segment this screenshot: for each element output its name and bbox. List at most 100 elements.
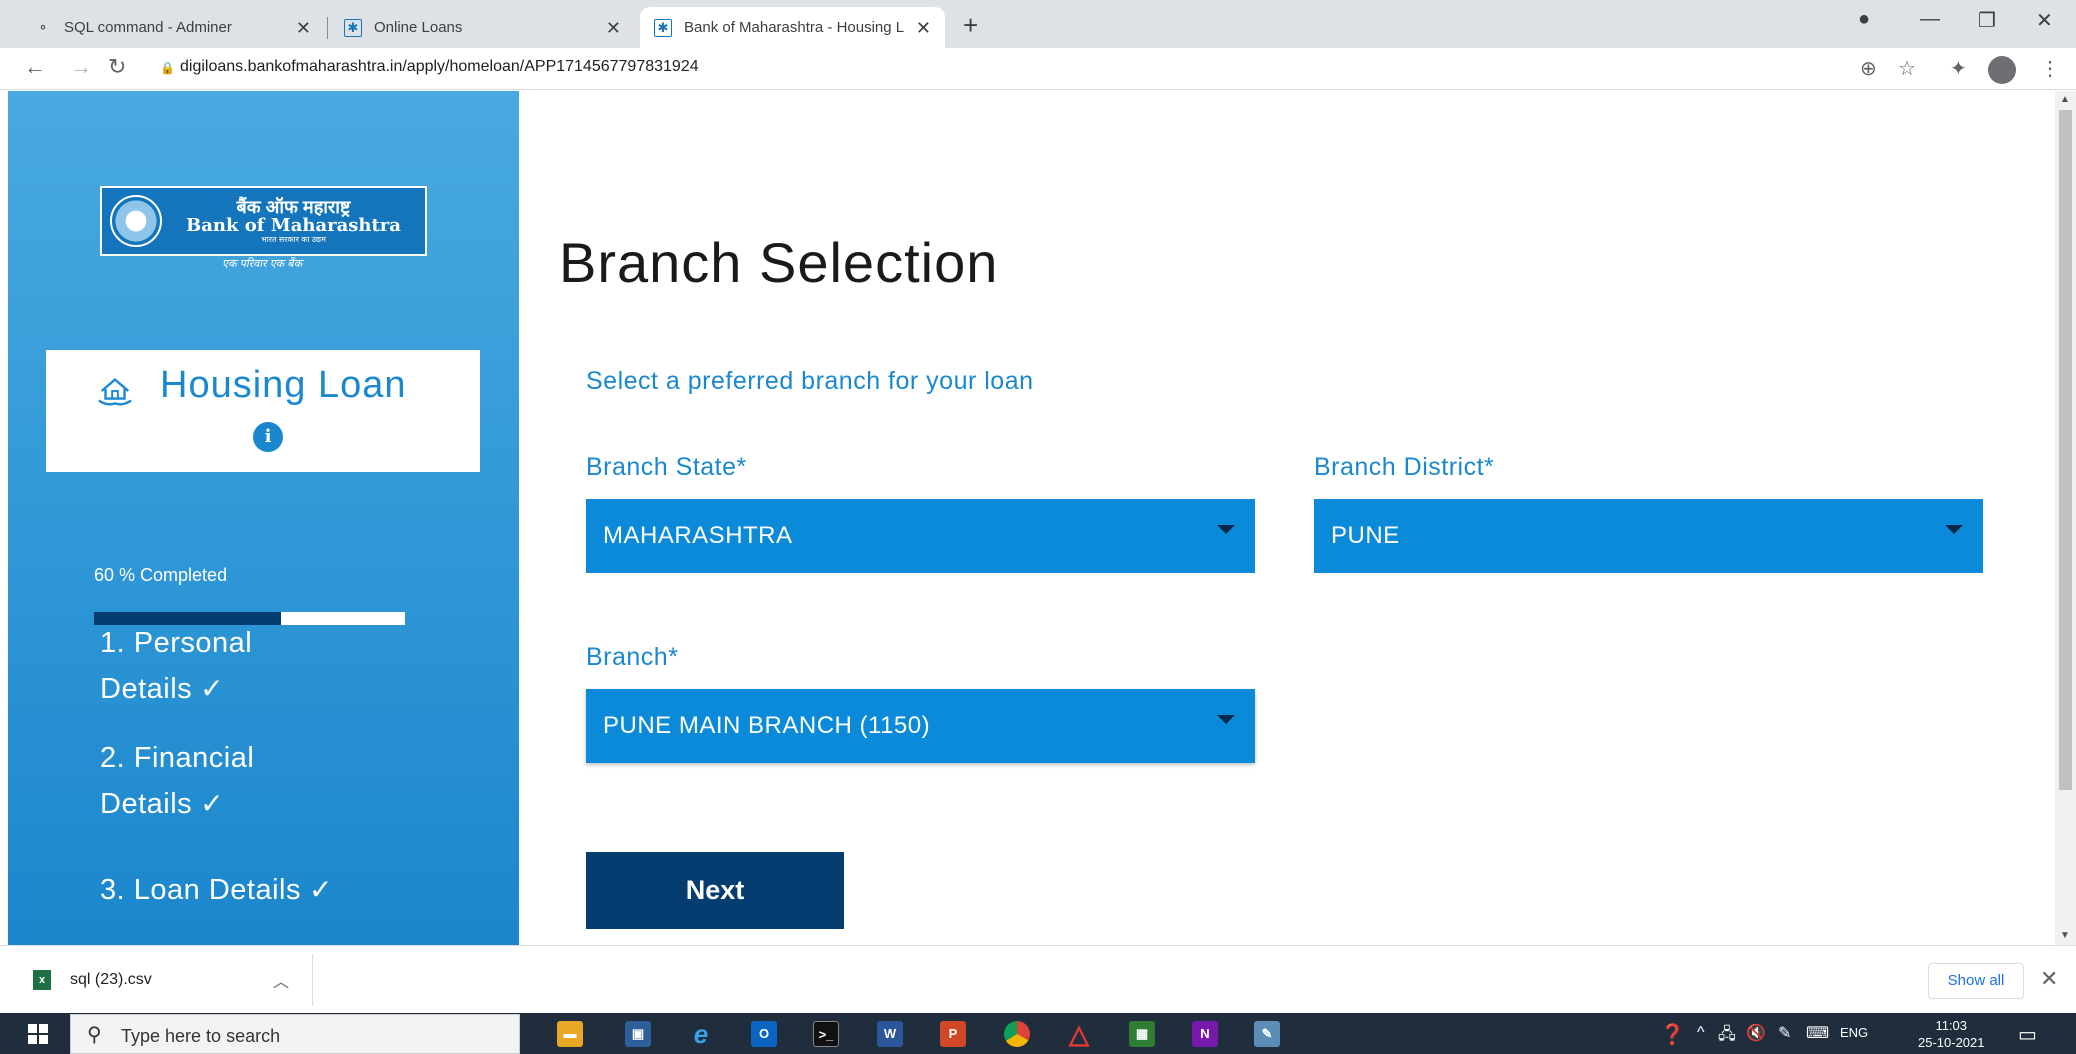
warning-app-icon[interactable]: △ <box>1066 1021 1092 1047</box>
step-loan-details[interactable]: 3. Loan Details ✓ <box>100 867 333 913</box>
excel-file-icon: x <box>33 970 51 990</box>
check-icon: ✓ <box>200 788 225 819</box>
lock-icon[interactable]: 🔒 <box>160 61 175 75</box>
scroll-down-arrow-icon[interactable]: ▼ <box>2060 930 2070 941</box>
scrollbar-thumb[interactable] <box>2059 110 2072 790</box>
step-financial-details[interactable]: 2. Financial Details ✓ <box>100 736 254 827</box>
check-icon: ✓ <box>200 673 225 704</box>
search-placeholder: Type here to search <box>121 1026 281 1046</box>
branch-state-label: Branch State* <box>586 453 747 481</box>
page-subtitle: Select a preferred branch for your loan <box>586 367 1034 395</box>
store-bag-icon[interactable]: ▣ <box>625 1021 651 1047</box>
outlook-icon[interactable]: O <box>751 1021 777 1047</box>
notification-icon[interactable]: ▭ <box>2018 1022 2037 1047</box>
edge-browser-icon[interactable]: e <box>688 1021 714 1047</box>
close-download-bar-icon[interactable]: ✕ <box>2040 966 2058 992</box>
browser-menu-icon[interactable]: ⋮ <box>2040 56 2060 81</box>
step-label: Details <box>100 673 193 705</box>
help-icon[interactable]: ❓ <box>1660 1022 1685 1047</box>
tab-separator <box>327 17 328 39</box>
volume-muted-icon[interactable]: 🔇 <box>1746 1023 1766 1043</box>
close-window-icon[interactable]: ✕ <box>2036 8 2053 33</box>
tab-title: Online Loans <box>374 19 463 36</box>
progress-label: 60 % Completed <box>94 565 228 585</box>
dropdown-caret-icon <box>1217 715 1235 724</box>
restore-icon[interactable]: ❐ <box>1978 8 1996 33</box>
network-icon[interactable]: 🖧 <box>1718 1023 1736 1050</box>
minimize-icon[interactable]: — <box>1920 8 1940 31</box>
new-tab-plus-icon[interactable]: + <box>963 10 978 41</box>
tab-housing-loan[interactable]: ✱ Bank of Maharashtra - Housing L ✕ <box>640 7 945 48</box>
forward-arrow-icon[interactable]: → <box>70 54 92 80</box>
chevron-up-tray-icon[interactable]: ^ <box>1697 1024 1705 1042</box>
browser-toolbar: ← → ↻ 🔒 digiloans.bankofmaharashtra.in/a… <box>0 48 2076 90</box>
bookmark-star-icon[interactable]: ☆ <box>1898 56 1916 81</box>
branch-label: Branch* <box>586 643 679 671</box>
loan-type-title: Housing Loan <box>160 364 407 406</box>
application-sidebar: बैंक ऑफ महाराष्ट्र Bank of Maharashtra भ… <box>8 91 519 945</box>
word-icon[interactable]: W <box>877 1021 903 1047</box>
step-label: 1. Personal <box>100 627 253 659</box>
profile-menu-icon[interactable]: ● <box>1858 8 1870 31</box>
file-explorer-icon[interactable]: ▬ <box>557 1021 583 1047</box>
back-arrow-icon[interactable]: ← <box>24 54 46 80</box>
logo-tagline: एक परिवार एक बैंक <box>222 258 303 270</box>
adminer-favicon-icon: ⚬ <box>37 19 49 35</box>
logo-hindi-text: बैंक ऑफ महाराष्ट्र <box>236 196 351 217</box>
extensions-puzzle-icon[interactable]: ✦ <box>1950 56 1967 81</box>
web-page: बैंक ऑफ महाराष्ट्र Bank of Maharashtra भ… <box>8 91 2055 945</box>
check-icon: ✓ <box>308 874 333 905</box>
branch-district-label: Branch District* <box>1314 453 1495 481</box>
taskbar-search-box[interactable]: ⚲ Type here to search <box>70 1014 520 1054</box>
page-title: Branch Selection <box>559 231 999 294</box>
branch-state-value: MAHARASHTRA <box>603 522 793 549</box>
zoom-icon[interactable]: ⊕ <box>1860 56 1877 81</box>
step-label: Details <box>100 788 193 820</box>
download-separator <box>312 954 313 1006</box>
profile-avatar[interactable] <box>1988 56 2016 84</box>
pen-tray-icon[interactable]: ✎ <box>1778 1023 1791 1043</box>
onenote-icon[interactable]: N <box>1192 1021 1218 1047</box>
tab-close-icon[interactable]: ✕ <box>606 18 621 39</box>
chrome-icon[interactable] <box>1004 1021 1030 1047</box>
clock-date: 25-10-2021 <box>1918 1035 1985 1050</box>
logo-subtitle: भारत सरकार का उद्यम <box>261 234 326 244</box>
bank-emblem-icon <box>110 195 162 247</box>
home-hand-icon <box>98 378 132 406</box>
windows-start-icon[interactable] <box>28 1024 48 1044</box>
show-all-button[interactable]: Show all <box>1928 963 2024 999</box>
clock-time: 11:03 <box>1935 1018 1968 1033</box>
tab-online-loans[interactable]: ✱ Online Loans ✕ <box>330 7 635 48</box>
branch-district-select[interactable]: PUNE <box>1314 499 1983 573</box>
step-label: 3. Loan Details <box>100 874 301 906</box>
tab-adminer[interactable]: ⚬ SQL command - Adminer ✕ <box>20 7 325 48</box>
bank-favicon-icon: ✱ <box>344 18 362 37</box>
loan-type-card: Housing Loan i <box>46 350 480 472</box>
address-bar[interactable]: digiloans.bankofmaharashtra.in/apply/hom… <box>180 58 699 76</box>
dropdown-caret-icon <box>1945 525 1963 534</box>
download-bar: x sql (23).csv ︿ Show all ✕ <box>0 945 2076 1013</box>
pen-app-icon[interactable]: ✎ <box>1254 1021 1280 1047</box>
keyboard-icon[interactable]: ⌨ <box>1806 1023 1829 1043</box>
branch-district-value: PUNE <box>1331 522 1400 549</box>
next-button[interactable]: Next <box>586 852 844 929</box>
search-icon: ⚲ <box>87 1024 102 1046</box>
tab-close-icon[interactable]: ✕ <box>916 18 931 39</box>
reload-icon[interactable]: ↻ <box>108 54 126 80</box>
branch-state-select[interactable]: MAHARASHTRA <box>586 499 1255 573</box>
step-personal-details[interactable]: 1. Personal Details ✓ <box>100 621 252 712</box>
system-clock[interactable]: 11:03 25-10-2021 <box>1918 1017 1985 1051</box>
download-filename[interactable]: sql (23).csv <box>70 971 152 989</box>
bank-logo[interactable]: बैंक ऑफ महाराष्ट्र Bank of Maharashtra भ… <box>100 186 427 256</box>
info-icon[interactable]: i <box>253 422 283 452</box>
language-indicator[interactable]: ENG <box>1840 1025 1868 1040</box>
terminal-icon[interactable]: >_ <box>813 1021 839 1047</box>
tab-title: SQL command - Adminer <box>64 19 232 36</box>
tab-close-icon[interactable]: ✕ <box>296 18 311 39</box>
chevron-up-icon[interactable]: ︿ <box>273 968 289 992</box>
remote-desktop-icon[interactable]: ▦ <box>1129 1021 1155 1047</box>
powerpoint-icon[interactable]: P <box>940 1021 966 1047</box>
dropdown-caret-icon <box>1217 525 1235 534</box>
scroll-up-arrow-icon[interactable]: ▲ <box>2060 94 2070 105</box>
branch-select[interactable]: PUNE MAIN BRANCH (1150) <box>586 689 1255 763</box>
